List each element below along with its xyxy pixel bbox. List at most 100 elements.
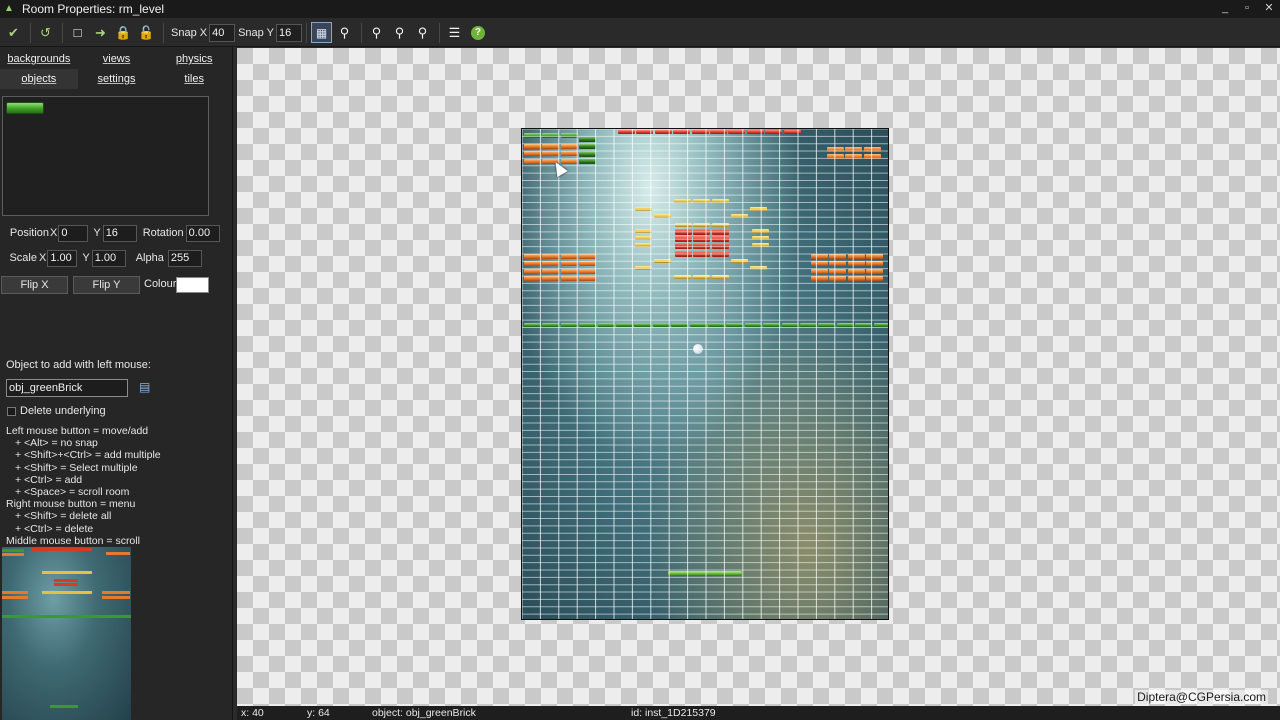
browse-object-icon[interactable]: ▤ [139,380,153,394]
lock-instances-icon[interactable]: 🔒 [113,22,134,43]
window-controls: _ ▫ ✕ [1214,0,1280,18]
object-to-add-label: Object to add with left mouse: [6,359,151,371]
tab-objects[interactable]: objects [0,69,78,89]
position-label: Position [9,227,49,239]
minimap-brick [2,549,24,552]
object-to-add-field[interactable]: obj_greenBrick [6,379,128,397]
snap-x-input[interactable]: 40 [209,23,236,42]
minimap-brick [32,548,92,551]
title-bar: ▲ Room Properties: rm_level _ ▫ ✕ [0,0,1280,18]
scale-label: Scale [9,252,37,264]
ok-check-icon[interactable]: ✔ [3,22,24,43]
help-line: + <Shift>+<Ctrl> = add multiple [15,449,161,462]
window-title: Room Properties: rm_level [22,2,165,16]
minimap-brick [42,571,92,574]
rotation-input[interactable]: 0.00 [185,224,220,242]
show-options-icon[interactable]: ☰ [444,22,465,43]
room-canvas[interactable] [237,48,1280,706]
colour-swatch[interactable] [176,277,209,293]
help-line: + <Alt> = no snap [15,437,98,450]
minimap-brick [106,552,130,555]
minimap-brick [54,579,78,582]
isometric-grid-icon[interactable]: ⚲ [334,22,355,43]
position-x-input[interactable]: 0 [58,224,89,242]
tab-row-2: objects settings tiles [0,69,233,89]
tab-physics[interactable]: physics [155,49,233,69]
scale-y-input[interactable]: 1.00 [91,249,126,267]
tab-row-1: backgrounds views physics [0,49,233,69]
minimize-button[interactable]: _ [1214,0,1236,18]
toolbar-separator [360,22,362,43]
help-line: Left mouse button = move/add [6,425,149,437]
help-line: + <Ctrl> = delete [15,522,94,535]
toolbar-separator [62,22,63,43]
status-object: object: obj_greenBrick [372,707,476,719]
zoom-out-icon[interactable]: ⚲ [366,22,387,43]
scale-row: Scale X 1.00 Y 1.00 Alpha 255 [0,249,202,267]
zoom-reset-icon[interactable]: ⚲ [389,22,410,43]
flip-x-button[interactable]: Flip X [1,276,68,294]
toolbar-separator [305,22,307,43]
minimap-brick [102,596,130,599]
minimap-brick [54,583,78,586]
status-instance-id: id: inst_1D215379 [631,707,716,719]
status-y: y: 64 [307,707,330,719]
position-x-label: X [50,227,58,239]
scale-x-input[interactable]: 1.00 [47,249,78,267]
snap-x-label: Snap X [171,26,208,39]
shift-instances-icon[interactable]: ➜ [90,22,111,43]
minimap-brick [2,596,28,599]
object-preview [2,96,209,216]
mouse-help-text: Left mouse button = move/add + <Alt> = no… [6,425,231,547]
zoom-in-icon[interactable]: ⚲ [412,22,433,43]
help-line: + <Space> = scroll room [15,485,130,498]
delete-underlying-label: Delete underlying [20,405,106,417]
restore-button[interactable]: ▫ [1236,0,1258,18]
clear-room-icon[interactable]: □ [67,22,88,43]
toolbar-separator [30,22,31,43]
status-x: x: 40 [241,707,264,719]
delete-underlying-checkbox[interactable] [7,407,16,416]
close-button[interactable]: ✕ [1258,0,1280,18]
minimap-brick [2,615,131,618]
toolbar-separator [163,22,164,43]
toolbar: ✔ ↺ □ ➜ 🔒 🔓 Snap X 40 Snap Y 16 ▦ ⚲ ⚲ ⚲ … [0,19,1280,47]
minimap-brick [2,553,24,556]
alpha-label: Alpha [135,252,164,264]
room-minimap[interactable] [2,547,131,720]
gamemaker-app-icon: ▲ [4,3,14,14]
flip-y-button[interactable]: Flip Y [73,276,140,294]
minimap-brick [50,705,78,708]
properties-panel: backgrounds views physics objects settin… [0,47,233,720]
tab-tiles[interactable]: tiles [155,69,233,89]
position-row: Position X 0 Y 16 Rotation 0.00 [0,224,220,242]
help-line: + <Shift> = delete all [15,510,112,523]
tab-settings[interactable]: settings [78,69,156,89]
position-y-input[interactable]: 16 [102,224,137,242]
help-icon[interactable]: ? [470,25,485,40]
undo-icon[interactable]: ↺ [35,22,56,43]
minimap-brick [2,591,28,594]
tab-backgrounds[interactable]: backgrounds [0,49,78,69]
room-area[interactable] [521,128,889,620]
scale-y-label: Y [82,252,90,264]
rotation-label: Rotation [142,227,184,239]
tab-views[interactable]: views [78,49,156,69]
watermark: Diptera@CGPersia.com [1135,690,1268,704]
scale-x-label: X [39,252,47,264]
grid-toggle-icon[interactable]: ▦ [310,22,332,43]
minimap-brick [42,591,92,594]
help-line: Right mouse button = menu [6,498,136,511]
toolbar-separator [438,22,440,43]
snap-grid [522,129,888,619]
snap-y-input[interactable]: 16 [275,23,302,42]
snap-y-label: Snap Y [238,26,274,39]
green-brick-sprite [6,102,44,114]
status-bar: x: 40 y: 64 object: obj_greenBrick id: i… [237,706,1280,720]
unlock-instances-icon[interactable]: 🔓 [136,22,157,43]
help-line: Middle mouse button = scroll [6,534,140,547]
help-line: + <Shift> = Select multiple [15,461,138,474]
help-line: + <Ctrl> = add [15,473,83,486]
position-y-label: Y [93,227,101,239]
alpha-input[interactable]: 255 [167,249,202,267]
